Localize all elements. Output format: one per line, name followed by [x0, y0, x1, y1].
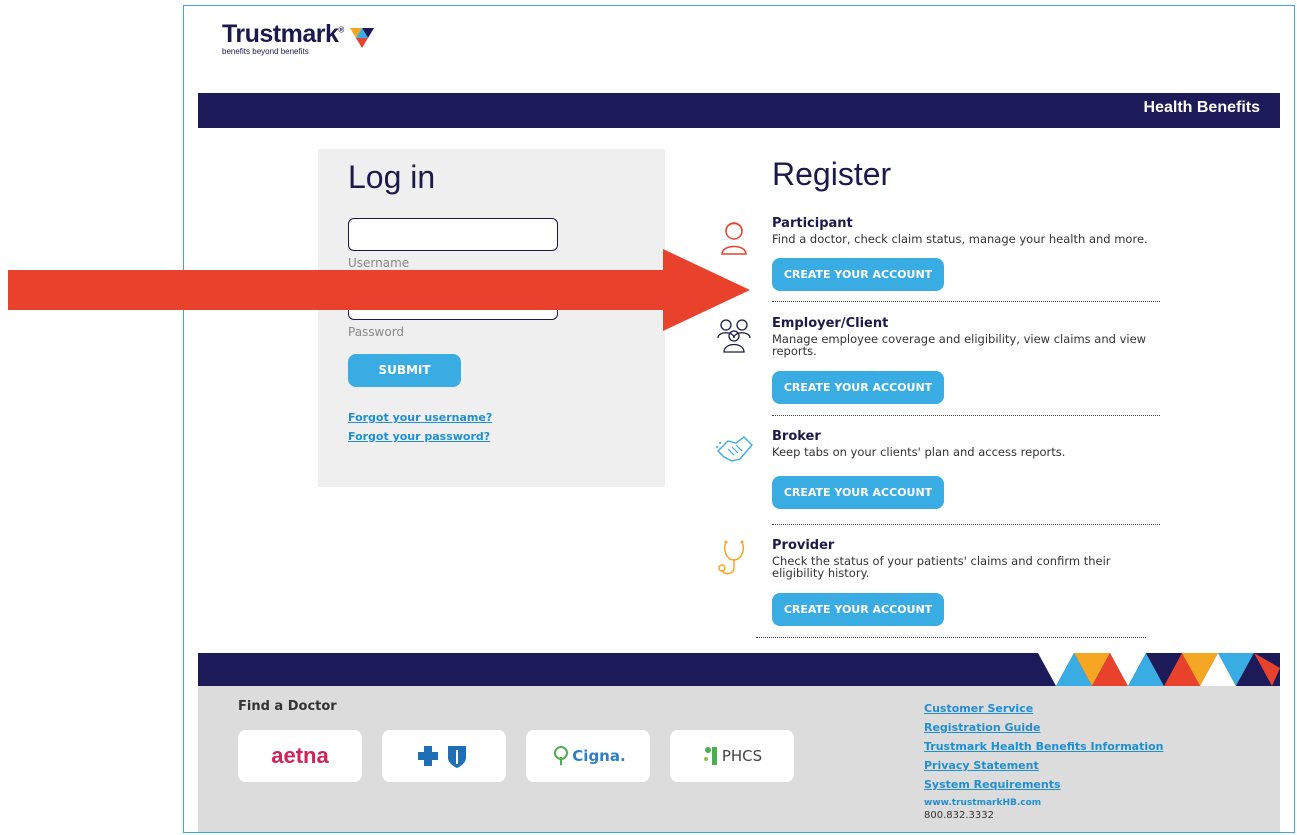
triangle-pattern-icon: [1020, 653, 1280, 686]
login-title: Log in: [348, 159, 436, 195]
red-arrow-annotation: [8, 249, 750, 331]
employer-title: Employer/Client: [772, 316, 889, 331]
participant-title: Participant: [772, 216, 853, 231]
username-input[interactable]: [348, 218, 558, 251]
customer-service-link[interactable]: Customer Service: [924, 699, 1164, 718]
brand-mark-icon: [350, 28, 374, 48]
broker-create-account-button[interactable]: CREATE YOUR ACCOUNT: [772, 476, 944, 509]
provider-description: Check the status of your patients' claim…: [772, 554, 1111, 580]
forgot-username-link[interactable]: Forgot your username?: [348, 411, 492, 424]
footer-bar: [198, 653, 1280, 686]
cigna-tree-icon: [554, 746, 569, 765]
cigna-wordmark: Cigna.: [572, 747, 626, 765]
registration-guide-link[interactable]: Registration Guide: [924, 718, 1164, 737]
brand-logo[interactable]: Trustmark® benefits beyond benefits: [222, 20, 374, 56]
find-doctor-heading: Find a Doctor: [238, 699, 337, 714]
employer-create-account-button[interactable]: CREATE YOUR ACCOUNT: [772, 371, 944, 404]
bcbs-logo[interactable]: [382, 730, 506, 782]
provider-create-account-button[interactable]: CREATE YOUR ACCOUNT: [772, 593, 944, 626]
submit-button[interactable]: SUBMIT: [348, 354, 461, 387]
blue-cross-blue-shield-icon: [418, 746, 466, 768]
handshake-icon: [716, 436, 753, 462]
forgot-password-link[interactable]: Forgot your password?: [348, 430, 490, 443]
website-link[interactable]: www.trustmarkHB.com: [924, 798, 1164, 808]
privacy-statement-link[interactable]: Privacy Statement: [924, 756, 1164, 775]
broker-description: Keep tabs on your clients' plan and acce…: [772, 445, 1066, 459]
stethoscope-icon: [718, 540, 745, 575]
system-requirements-link[interactable]: System Requirements: [924, 775, 1164, 794]
divider: [756, 637, 1146, 638]
page-frame: Trustmark® benefits beyond benefits Heal…: [183, 5, 1295, 833]
register-title: Register: [772, 156, 892, 192]
brand-name: Trustmark: [222, 20, 339, 48]
footer: Find a Doctor aetna Cigna. PHCS Customer…: [198, 686, 1280, 832]
participant-description: Find a doctor, check claim status, manag…: [772, 232, 1148, 246]
aetna-wordmark: aetna: [271, 743, 329, 768]
employer-description: Manage employee coverage and eligibility…: [772, 332, 1147, 358]
aetna-logo[interactable]: aetna: [238, 730, 362, 782]
divider: [772, 415, 1160, 416]
header-bar: Health Benefits: [198, 93, 1280, 128]
phcs-dots-icon: [703, 747, 717, 765]
divider: [772, 524, 1160, 525]
divider: [772, 301, 1160, 302]
provider-title: Provider: [772, 538, 835, 553]
phcs-logo[interactable]: PHCS: [670, 730, 794, 782]
cigna-logo[interactable]: Cigna.: [526, 730, 650, 782]
health-benefits-info-link[interactable]: Trustmark Health Benefits Information: [924, 737, 1164, 756]
phcs-wordmark: PHCS: [721, 747, 763, 765]
footer-links: Customer Service Registration Guide Trus…: [924, 699, 1164, 821]
participant-create-account-button[interactable]: CREATE YOUR ACCOUNT: [772, 258, 944, 291]
broker-title: Broker: [772, 429, 821, 444]
header-title: Health Benefits: [1143, 99, 1260, 116]
phone-number: 800.832.3332: [924, 810, 994, 821]
